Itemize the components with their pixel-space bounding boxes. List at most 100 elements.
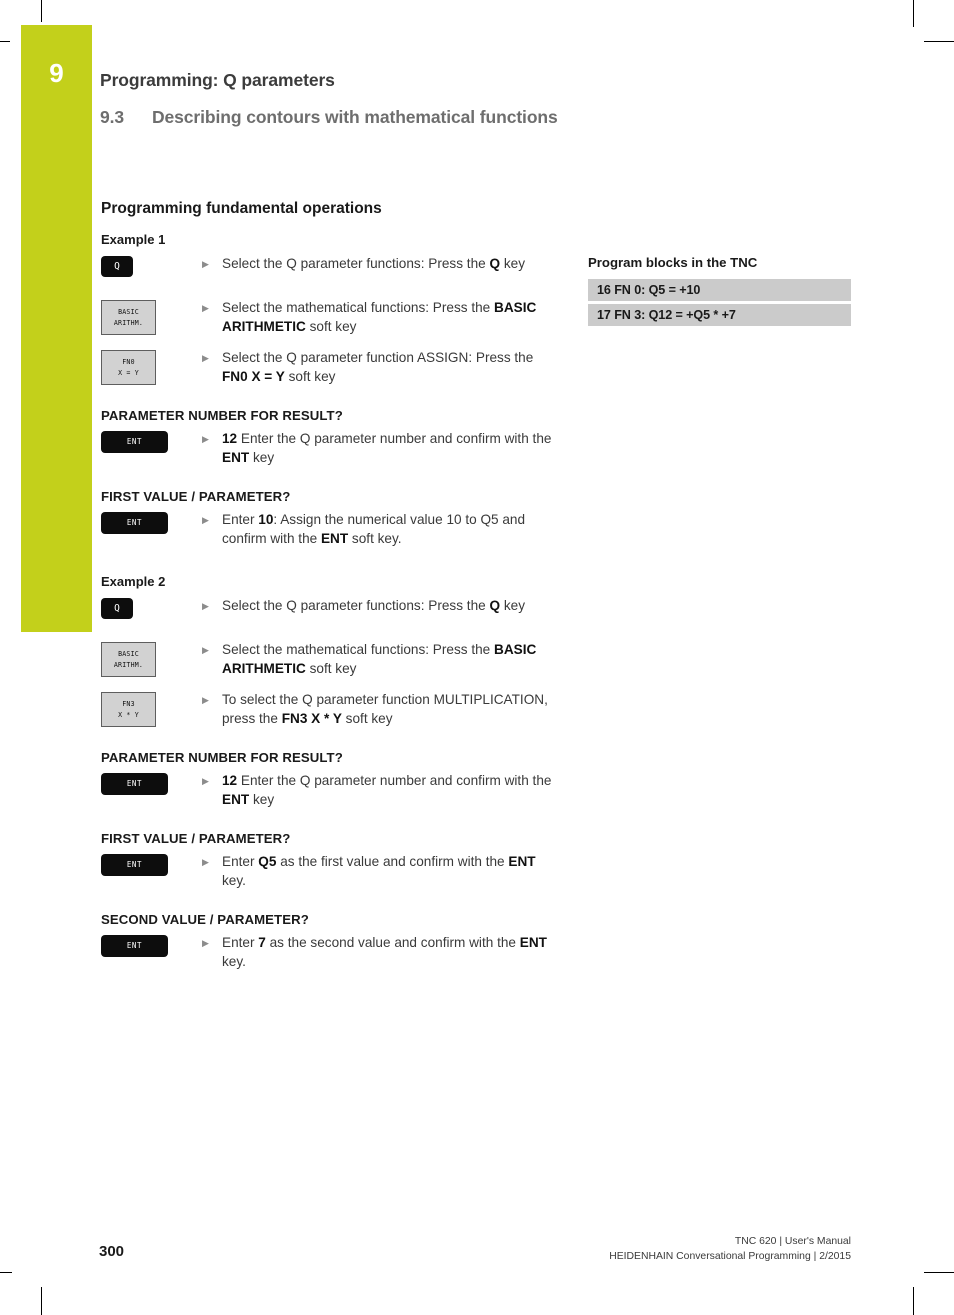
program-block-row: 17 FN 3: Q12 = +Q5 * +7	[588, 304, 851, 326]
hard-key-q[interactable]: Q	[101, 256, 133, 277]
dialog-prompt-title: PARAMETER NUMBER FOR RESULT?	[101, 408, 343, 423]
procedure-step: Q ▶ Select the Q parameter functions: Pres…	[101, 255, 561, 277]
step-key-column: BASIC ARITHM.	[101, 641, 202, 677]
step-key-column: ENT	[101, 934, 202, 957]
step-instruction-text: Select the mathematical functions: Press…	[222, 642, 537, 676]
crop-mark-top-left-horizontal	[0, 41, 10, 43]
hard-key-ent[interactable]: ENT	[101, 431, 168, 453]
bullet-triangle-icon: ▶	[202, 259, 209, 269]
step-key-column: BASIC ARITHM.	[101, 299, 202, 335]
bullet-triangle-icon: ▶	[202, 434, 209, 444]
step-instruction-text: 12 Enter the Q parameter number and conf…	[222, 431, 552, 465]
step-key-column: ENT	[101, 772, 202, 795]
bullet-triangle-icon: ▶	[202, 601, 209, 611]
bullet-triangle-icon: ▶	[202, 353, 209, 363]
soft-key-line-2: ARITHM.	[113, 318, 144, 327]
page-number: 300	[99, 1243, 125, 1260]
procedure-step: ENT ▶ Enter 10: Assign the numerical value…	[101, 511, 561, 548]
procedure-step: BASIC ARITHM. ▶ Select the mathematical fun…	[101, 299, 561, 336]
chapter-tab	[21, 25, 92, 632]
dialog-prompt-title: SECOND VALUE / PARAMETER?	[101, 912, 309, 927]
soft-key-basic[interactable]: BASIC ARITHM.	[101, 642, 156, 677]
step-instruction-text: To select the Q parameter function MULTI…	[222, 692, 548, 726]
hard-key-ent[interactable]: ENT	[101, 935, 168, 957]
step-key-column: Q	[101, 255, 202, 277]
example-label: Example 2	[101, 574, 166, 589]
crop-mark-bottom-right-vertical	[913, 1287, 915, 1315]
program-blocks-title: Program blocks in the TNC	[588, 255, 758, 270]
step-instruction-text: Select the mathematical functions: Press…	[222, 300, 537, 334]
procedure-step: ENT ▶ Enter Q5 as the first value and conf…	[101, 853, 561, 890]
step-instruction-text: Select the Q parameter function ASSIGN: …	[222, 350, 534, 384]
procedure-step: ENT ▶ 12 Enter the Q parameter number and …	[101, 772, 561, 809]
soft-key-line-1: FN0	[122, 357, 135, 366]
hard-key-ent[interactable]: ENT	[101, 854, 168, 876]
section-number: 9.3	[100, 107, 125, 127]
page-title: Programming: Q parameters	[100, 70, 335, 90]
soft-key-line-2: ARITHM.	[113, 660, 144, 669]
subsection-title: Programming fundamental operations	[101, 200, 382, 217]
step-key-column: Q	[101, 597, 202, 619]
crop-mark-top-right-horizontal	[924, 41, 954, 43]
footer-imprint: TNC 620 | User's Manual HEIDENHAIN Conve…	[609, 1234, 851, 1264]
soft-key-line-1: BASIC	[118, 307, 139, 316]
main-content: Programming fundamental operations Examp…	[101, 200, 561, 993]
soft-key-basic[interactable]: BASIC ARITHM.	[101, 300, 156, 335]
dialog-prompt-title: PARAMETER NUMBER FOR RESULT?	[101, 750, 343, 765]
program-blocks-panel: Program blocks in the TNC 16 FN 0: Q5 = …	[588, 255, 851, 329]
soft-key-line-1: BASIC	[118, 649, 139, 658]
step-key-column: ENT	[101, 853, 202, 876]
dialog-prompt-title: FIRST VALUE / PARAMETER?	[101, 489, 291, 504]
step-instruction-text: Select the Q parameter functions: Press …	[222, 256, 525, 271]
bullet-triangle-icon: ▶	[202, 303, 209, 313]
procedure-step: ENT ▶ 12 Enter the Q parameter number and …	[101, 430, 561, 467]
program-block-row: 16 FN 0: Q5 = +10	[588, 279, 851, 301]
soft-key-line-2: X = Y	[118, 368, 139, 377]
hard-key-ent[interactable]: ENT	[101, 773, 168, 795]
crop-mark-bottom-right-horizontal	[924, 1272, 954, 1274]
footer-line-2: HEIDENHAIN Conversational Programming | …	[609, 1251, 851, 1262]
procedure-list: Example 1 Q ▶ Select the Q parameter functi…	[101, 232, 561, 993]
chapter-number: 9	[49, 58, 64, 88]
soft-key-fn3[interactable]: FN3 X * Y	[101, 692, 156, 727]
soft-key-fn0[interactable]: FN0 X = Y	[101, 350, 156, 385]
procedure-step: ENT ▶ Enter 7 as the second value and conf…	[101, 934, 561, 971]
crop-mark-bottom-left-horizontal	[0, 1272, 12, 1274]
bullet-triangle-icon: ▶	[202, 857, 209, 867]
bullet-triangle-icon: ▶	[202, 776, 209, 786]
procedure-step: FN3 X * Y ▶ To select the Q parameter funct…	[101, 691, 561, 728]
soft-key-line-1: FN3	[122, 699, 135, 708]
section-heading: 9.3 Describing contours with mathematica…	[100, 107, 880, 128]
program-blocks-rows: 16 FN 0: Q5 = +10 17 FN 3: Q12 = +Q5 * +7	[588, 279, 851, 326]
step-key-column: ENT	[101, 430, 202, 453]
step-instruction-text: Enter 7 as the second value and confirm …	[222, 935, 547, 969]
step-key-column: FN0 X = Y	[101, 349, 202, 385]
procedure-step: Q ▶ Select the Q parameter functions: Pres…	[101, 597, 561, 619]
hard-key-q[interactable]: Q	[101, 598, 133, 619]
bullet-triangle-icon: ▶	[202, 938, 209, 948]
bullet-triangle-icon: ▶	[202, 645, 209, 655]
soft-key-line-2: X * Y	[118, 710, 139, 719]
procedure-step: FN0 X = Y ▶ Select the Q parameter function…	[101, 349, 561, 386]
section-title: Describing contours with mathematical fu…	[152, 107, 558, 127]
crop-mark-top-right-vertical	[913, 0, 915, 27]
example-label: Example 1	[101, 232, 166, 247]
bullet-triangle-icon: ▶	[202, 695, 209, 705]
procedure-step: BASIC ARITHM. ▶ Select the mathematical fun…	[101, 641, 561, 678]
step-key-column: FN3 X * Y	[101, 691, 202, 727]
step-key-column: ENT	[101, 511, 202, 534]
crop-mark-bottom-left-vertical	[41, 1287, 43, 1315]
step-instruction-text: Enter Q5 as the first value and confirm …	[222, 854, 536, 888]
bullet-triangle-icon: ▶	[202, 515, 209, 525]
hard-key-ent[interactable]: ENT	[101, 512, 168, 534]
page-header: Programming: Q parameters 9.3 Describing…	[100, 70, 880, 128]
dialog-prompt-title: FIRST VALUE / PARAMETER?	[101, 831, 291, 846]
